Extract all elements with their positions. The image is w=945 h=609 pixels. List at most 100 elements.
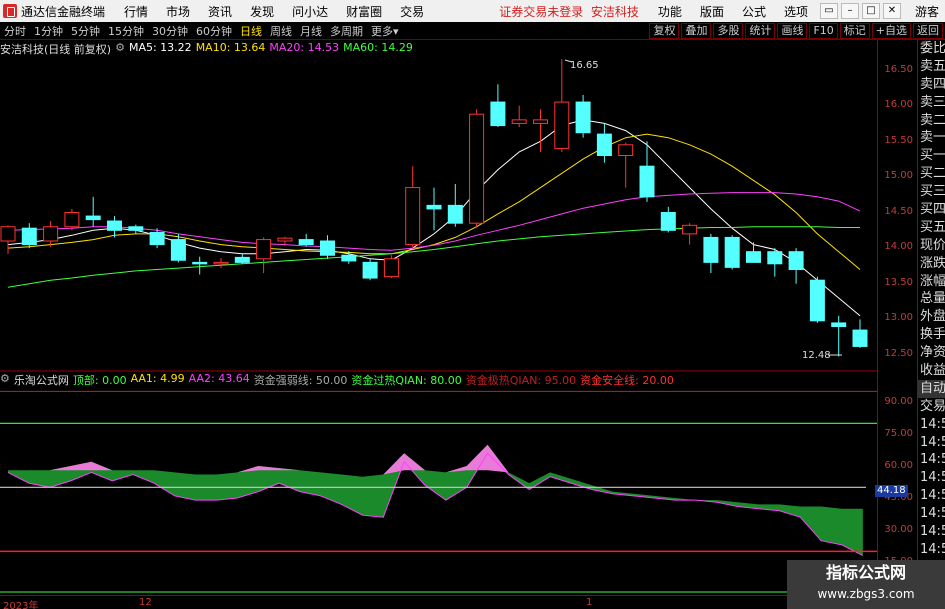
- candle[interactable]: [596, 123, 612, 163]
- candle[interactable]: [533, 109, 548, 152]
- menu-gongneng[interactable]: 功能: [649, 3, 691, 20]
- tab-weekly[interactable]: 周线: [266, 23, 296, 39]
- fuquan-button[interactable]: 复权: [649, 22, 680, 39]
- side-panel-item[interactable]: 涨跌: [918, 255, 945, 273]
- candle[interactable]: [405, 166, 421, 249]
- side-panel-item[interactable]: 14:56: [918, 469, 945, 487]
- close-icon[interactable]: ✕: [882, 3, 901, 19]
- side-panel-item[interactable]: 买三: [918, 183, 945, 201]
- candle[interactable]: [21, 223, 37, 249]
- candle[interactable]: [256, 237, 272, 274]
- side-panel-item[interactable]: 自动: [918, 379, 945, 398]
- mark-button[interactable]: 标记: [839, 22, 870, 39]
- maximize-icon[interactable]: □: [861, 3, 880, 19]
- login-status-notice[interactable]: 证券交易未登录 安洁科技: [499, 3, 639, 20]
- menu-caifuquan[interactable]: 财富圈: [337, 3, 391, 20]
- side-panel-item[interactable]: 卖四: [918, 76, 945, 94]
- minimize-icon[interactable]: –: [840, 3, 859, 19]
- side-panel-item[interactable]: 外盘: [918, 308, 945, 326]
- side-panel-item[interactable]: 收益: [918, 362, 945, 380]
- candle[interactable]: [107, 216, 122, 238]
- side-panel-item[interactable]: 14:56: [918, 541, 945, 559]
- side-panel-item[interactable]: 现价: [918, 237, 945, 255]
- candle[interactable]: [213, 258, 229, 269]
- tab-1min[interactable]: 1分钟: [30, 23, 67, 39]
- candle[interactable]: [682, 223, 698, 245]
- menu-xuanxiang[interactable]: 选项: [775, 3, 817, 20]
- tab-daily[interactable]: 日线: [236, 23, 266, 39]
- side-panel-item[interactable]: 交易: [918, 398, 945, 416]
- back-button[interactable]: 返回: [913, 22, 943, 39]
- candle[interactable]: [298, 233, 314, 247]
- candle[interactable]: [85, 196, 101, 227]
- candle[interactable]: [618, 142, 634, 188]
- f10-button[interactable]: F10: [809, 22, 838, 39]
- candle[interactable]: [809, 276, 825, 323]
- candle[interactable]: [234, 253, 250, 264]
- candle[interactable]: [767, 248, 783, 277]
- menu-shichang[interactable]: 市场: [157, 3, 199, 20]
- candle[interactable]: [64, 208, 80, 231]
- side-panel-item[interactable]: 卖五: [918, 58, 945, 76]
- tab-5min[interactable]: 5分钟: [67, 23, 104, 39]
- menu-banmian[interactable]: 版面: [691, 3, 733, 20]
- candle[interactable]: [320, 235, 335, 259]
- side-panel-item[interactable]: 卖一: [918, 129, 945, 147]
- side-panel-item[interactable]: 总量: [918, 290, 945, 308]
- menu-wenxiaoda[interactable]: 问小达: [283, 3, 337, 20]
- candle[interactable]: [362, 258, 378, 281]
- menu-faxian[interactable]: 发现: [241, 3, 283, 20]
- candle[interactable]: [511, 105, 527, 127]
- stats-button[interactable]: 统计: [745, 22, 776, 39]
- side-panel-item[interactable]: 14:56: [918, 505, 945, 523]
- tab-15min[interactable]: 15分钟: [104, 23, 148, 39]
- candle[interactable]: [469, 109, 485, 227]
- menu-zixun[interactable]: 资讯: [199, 3, 241, 20]
- candle[interactable]: [703, 233, 719, 274]
- side-panel-item[interactable]: 14:56: [918, 434, 945, 452]
- candle[interactable]: [831, 315, 847, 357]
- side-panel-item[interactable]: 卖二: [918, 112, 945, 130]
- user-button[interactable]: 游客: [915, 3, 939, 20]
- side-panel-item[interactable]: 买一: [918, 147, 945, 165]
- tab-60min[interactable]: 60分钟: [192, 23, 236, 39]
- tab-30min[interactable]: 30分钟: [148, 23, 192, 39]
- side-panel-item[interactable]: 买五: [918, 219, 945, 237]
- menu-jiaoyi[interactable]: 交易: [391, 3, 433, 20]
- restore-icon[interactable]: ▭: [819, 3, 838, 19]
- side-panel-item[interactable]: 净资: [918, 344, 945, 362]
- side-panel-item[interactable]: 14:56: [918, 523, 945, 541]
- candle[interactable]: [43, 221, 59, 247]
- menu-gongshi[interactable]: 公式: [733, 3, 775, 20]
- side-panel-item[interactable]: 买四: [918, 201, 945, 219]
- side-panel-item[interactable]: 买二: [918, 165, 945, 183]
- candle[interactable]: [490, 84, 506, 127]
- kline-chart[interactable]: 16.65 12.48: [0, 40, 877, 370]
- side-panel-item[interactable]: 卖三: [918, 94, 945, 112]
- overlay-button[interactable]: 叠加: [681, 22, 712, 39]
- candle[interactable]: [788, 248, 804, 284]
- side-panel-item[interactable]: 换手: [918, 326, 945, 344]
- candle[interactable]: [554, 59, 570, 152]
- candle[interactable]: [447, 184, 463, 227]
- candle[interactable]: [383, 255, 399, 279]
- tab-multi-period[interactable]: 多周期: [326, 23, 367, 39]
- tab-fenshi[interactable]: 分时: [0, 23, 30, 39]
- tab-more[interactable]: 更多▾: [367, 23, 403, 39]
- draw-line-button[interactable]: 画线: [777, 22, 808, 39]
- side-panel-item[interactable]: 14:56: [918, 416, 945, 434]
- tab-monthly[interactable]: 月线: [296, 23, 326, 39]
- candle[interactable]: [0, 225, 16, 254]
- multi-stock-button[interactable]: 多股: [713, 22, 744, 39]
- add-watchlist-button[interactable]: +自选: [871, 22, 911, 39]
- side-panel-item[interactable]: 14:56: [918, 451, 945, 469]
- indicator-chart[interactable]: [0, 370, 877, 595]
- candle[interactable]: [660, 206, 676, 233]
- candle[interactable]: [852, 319, 868, 348]
- side-panel-item[interactable]: 委比: [918, 40, 945, 58]
- candle[interactable]: [575, 94, 591, 138]
- candle[interactable]: [128, 224, 144, 234]
- side-panel-item[interactable]: 14:56: [918, 487, 945, 505]
- candle[interactable]: [192, 256, 208, 275]
- side-panel-item[interactable]: 涨幅: [918, 273, 945, 291]
